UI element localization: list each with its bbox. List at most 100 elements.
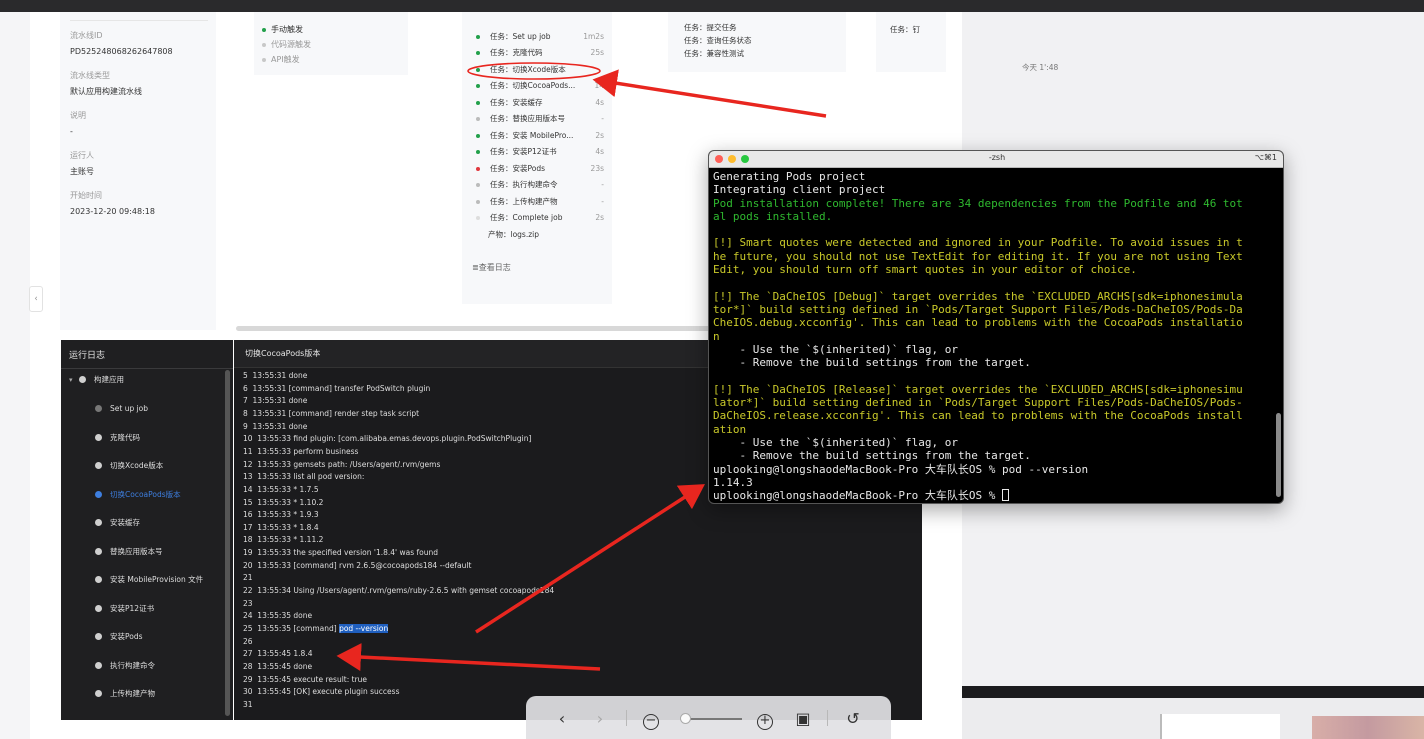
status-dot-icon bbox=[476, 35, 480, 39]
rotate-button[interactable]: ↺ bbox=[843, 709, 863, 729]
log-line: 27 13:55:45 1.8.4 bbox=[243, 649, 313, 659]
sidebar-scrollbar[interactable] bbox=[225, 370, 230, 716]
task-row[interactable]: 任务：查询任务状态 bbox=[684, 35, 752, 46]
trigger-code-source[interactable]: 代码源触发 bbox=[262, 39, 311, 51]
fit-to-window-button[interactable]: ▣ bbox=[793, 709, 813, 729]
log-line: 11 13:55:33 perform business bbox=[243, 446, 359, 456]
terminal-output[interactable]: Generating Pods project Integrating clien… bbox=[713, 170, 1273, 502]
pipeline-id-label: 流水线ID bbox=[70, 31, 103, 40]
log-line: 7 13:55:31 done bbox=[243, 396, 308, 406]
trigger-api[interactable]: API触发 bbox=[262, 54, 300, 66]
log-step[interactable]: 安装缓存 bbox=[95, 518, 140, 528]
zoom-in-button[interactable]: + bbox=[755, 709, 775, 730]
task-row[interactable]: 任务：替换应用版本号 - bbox=[476, 112, 604, 126]
zoom-slider-handle[interactable] bbox=[680, 713, 691, 724]
terminal-line: lator*]` build setting defined in `Pods/… bbox=[713, 396, 1243, 410]
log-step[interactable]: 安装P12证书 bbox=[95, 604, 154, 614]
check-circle-icon bbox=[95, 605, 102, 612]
task-row[interactable]: 任务：兼容性测试 bbox=[684, 48, 744, 59]
thumbnail[interactable] bbox=[1160, 714, 1280, 739]
log-line: 20 13:55:33 [command] rvm 2.6.5@cocoapod… bbox=[243, 560, 472, 570]
pipeline-id: 流水线ID PD52524806826264780​8 bbox=[70, 30, 173, 58]
terminal-scrollbar[interactable] bbox=[1276, 413, 1281, 497]
collapse-sidebar-button[interactable]: ‹ bbox=[29, 286, 43, 312]
forward-button[interactable]: › bbox=[590, 709, 610, 729]
task-row[interactable]: 任务：钉 bbox=[890, 24, 920, 35]
start-time-value: 2023-12-20 09:48:18 bbox=[70, 207, 155, 216]
status-dot-icon bbox=[476, 200, 480, 204]
log-step-active[interactable]: 切换CocoaPods版本 bbox=[95, 490, 181, 500]
chevron-down-icon: ▾ bbox=[69, 376, 73, 384]
task-row[interactable]: 任务：Set up job 1m2s bbox=[476, 30, 604, 44]
artifact-link[interactable]: 产物：logs.zip bbox=[476, 228, 604, 242]
zoom-in-icon: + bbox=[757, 714, 773, 730]
terminal-line: Generating Pods project bbox=[713, 170, 866, 183]
image-viewer-toolbar: ‹ › − + ▣ ↺ bbox=[526, 696, 891, 739]
terminal-line: he future, you should not use TextEdit f… bbox=[713, 249, 1243, 263]
check-circle-icon bbox=[95, 690, 102, 697]
status-dot-icon bbox=[476, 150, 480, 154]
task-row[interactable]: 任务：安装P12证书 4s bbox=[476, 145, 604, 159]
task-row[interactable]: 任务：安装缓存 4s bbox=[476, 96, 604, 110]
log-step[interactable]: 切换Xcode版本 bbox=[95, 461, 163, 471]
log-step[interactable]: 克隆代码 bbox=[95, 433, 140, 443]
terminal-line: uplooking@longshaodeMacBook-Pro 大车队长OS % bbox=[713, 489, 1273, 502]
view-log-link[interactable]: ≣查看日志 bbox=[472, 262, 511, 273]
terminal-line: Edit, you should turn off smart quotes i… bbox=[713, 263, 1137, 277]
pipeline-type: 流水线类型 默认应用构建流水线 bbox=[70, 70, 142, 98]
log-tree-build-app[interactable]: ▾ 构建应用 bbox=[69, 375, 124, 385]
log-step[interactable]: 上传构建产物 bbox=[95, 689, 155, 699]
runner-label: 运行人 bbox=[70, 151, 94, 160]
trigger-manual[interactable]: 手动触发 bbox=[262, 24, 303, 36]
status-dot-icon bbox=[476, 134, 480, 138]
terminal-line: - Use the `$(inherited)` flag, or bbox=[713, 435, 959, 449]
status-dot-icon bbox=[262, 42, 266, 47]
log-line: 18 13:55:33 * 1.11.2 bbox=[243, 535, 324, 545]
thumbnail[interactable] bbox=[1312, 716, 1424, 739]
zoom-out-button[interactable]: − bbox=[641, 709, 661, 730]
task-row[interactable]: 任务：安装 MobilePro... 2s bbox=[476, 129, 604, 143]
top-bar bbox=[0, 0, 1424, 12]
log-line: 14 13:55:33 * 1.7.5 bbox=[243, 484, 319, 494]
fit-window-icon: ▣ bbox=[795, 709, 811, 728]
log-output-title: 切换CocoaPods版本 bbox=[245, 349, 321, 358]
task-row[interactable]: 任务：提交任务 bbox=[684, 22, 737, 33]
run-log-title: 运行日志 bbox=[69, 351, 106, 361]
log-step[interactable]: 执行构建命令 bbox=[95, 661, 155, 671]
log-line: 8 13:55:31 [command] render step task sc… bbox=[243, 408, 420, 418]
task-row[interactable]: 任务：切换Xcode版本 bbox=[476, 63, 604, 77]
log-step[interactable]: 替换应用版本号 bbox=[95, 547, 163, 557]
task-list-card: 任务：Set up job 1m2s 任务：克隆代码 25s 任务：切换Xcode版… bbox=[462, 12, 612, 304]
log-step[interactable]: 安装 MobileProvision 文件 bbox=[95, 575, 203, 585]
check-circle-icon bbox=[95, 576, 102, 583]
terminal-line: CheIOS.debug.xcconfig'. This can lead to… bbox=[713, 316, 1243, 330]
terminal-line: tor*]` build setting defined in `Pods/Ta… bbox=[713, 302, 1243, 316]
task-row[interactable]: 任务：克隆代码 25s bbox=[476, 46, 604, 60]
terminal-window[interactable]: -zsh ⌥⌘1 Generating Pods project Integrat… bbox=[708, 150, 1284, 504]
task-row[interactable]: 任务：安装Pods 23s bbox=[476, 162, 604, 176]
task-row[interactable]: 任务：上传构建产物 - bbox=[476, 195, 604, 209]
log-step[interactable]: Set up job bbox=[95, 404, 148, 414]
log-line: 31 bbox=[243, 699, 253, 709]
check-circle-icon bbox=[95, 462, 102, 469]
terminal-titlebar[interactable]: -zsh ⌥⌘1 bbox=[709, 151, 1283, 168]
log-step[interactable]: 安装Pods bbox=[95, 632, 143, 642]
log-line: 15 13:55:33 * 1.10.2 bbox=[243, 497, 324, 507]
log-line: 5 13:55:31 done bbox=[243, 371, 308, 380]
task-row[interactable]: 任务：切换CocoaPods... 14 bbox=[476, 79, 604, 93]
back-button[interactable]: ‹ bbox=[552, 709, 572, 729]
task-row[interactable]: 任务：执行构建命令 - bbox=[476, 178, 604, 192]
log-line: 28 13:55:45 done bbox=[243, 661, 313, 671]
status-dot-icon bbox=[476, 167, 480, 171]
status-dot-icon bbox=[262, 57, 266, 62]
divider bbox=[61, 368, 233, 369]
terminal-line: [!] Smart quotes were detected and ignor… bbox=[713, 236, 1243, 250]
zoom-slider-track[interactable] bbox=[682, 718, 742, 720]
task-row[interactable]: 任务：Complete job 2s bbox=[476, 211, 604, 225]
log-line: 10 13:55:33 find plugin: [com.alibaba.em… bbox=[243, 434, 532, 444]
log-line: 16 13:55:33 * 1.9.3 bbox=[243, 510, 319, 520]
log-line: 17 13:55:33 * 1.8.4 bbox=[243, 522, 319, 532]
horizontal-scrollbar[interactable] bbox=[236, 326, 726, 331]
check-circle-icon bbox=[95, 491, 102, 498]
terminal-line: ation bbox=[713, 422, 747, 436]
